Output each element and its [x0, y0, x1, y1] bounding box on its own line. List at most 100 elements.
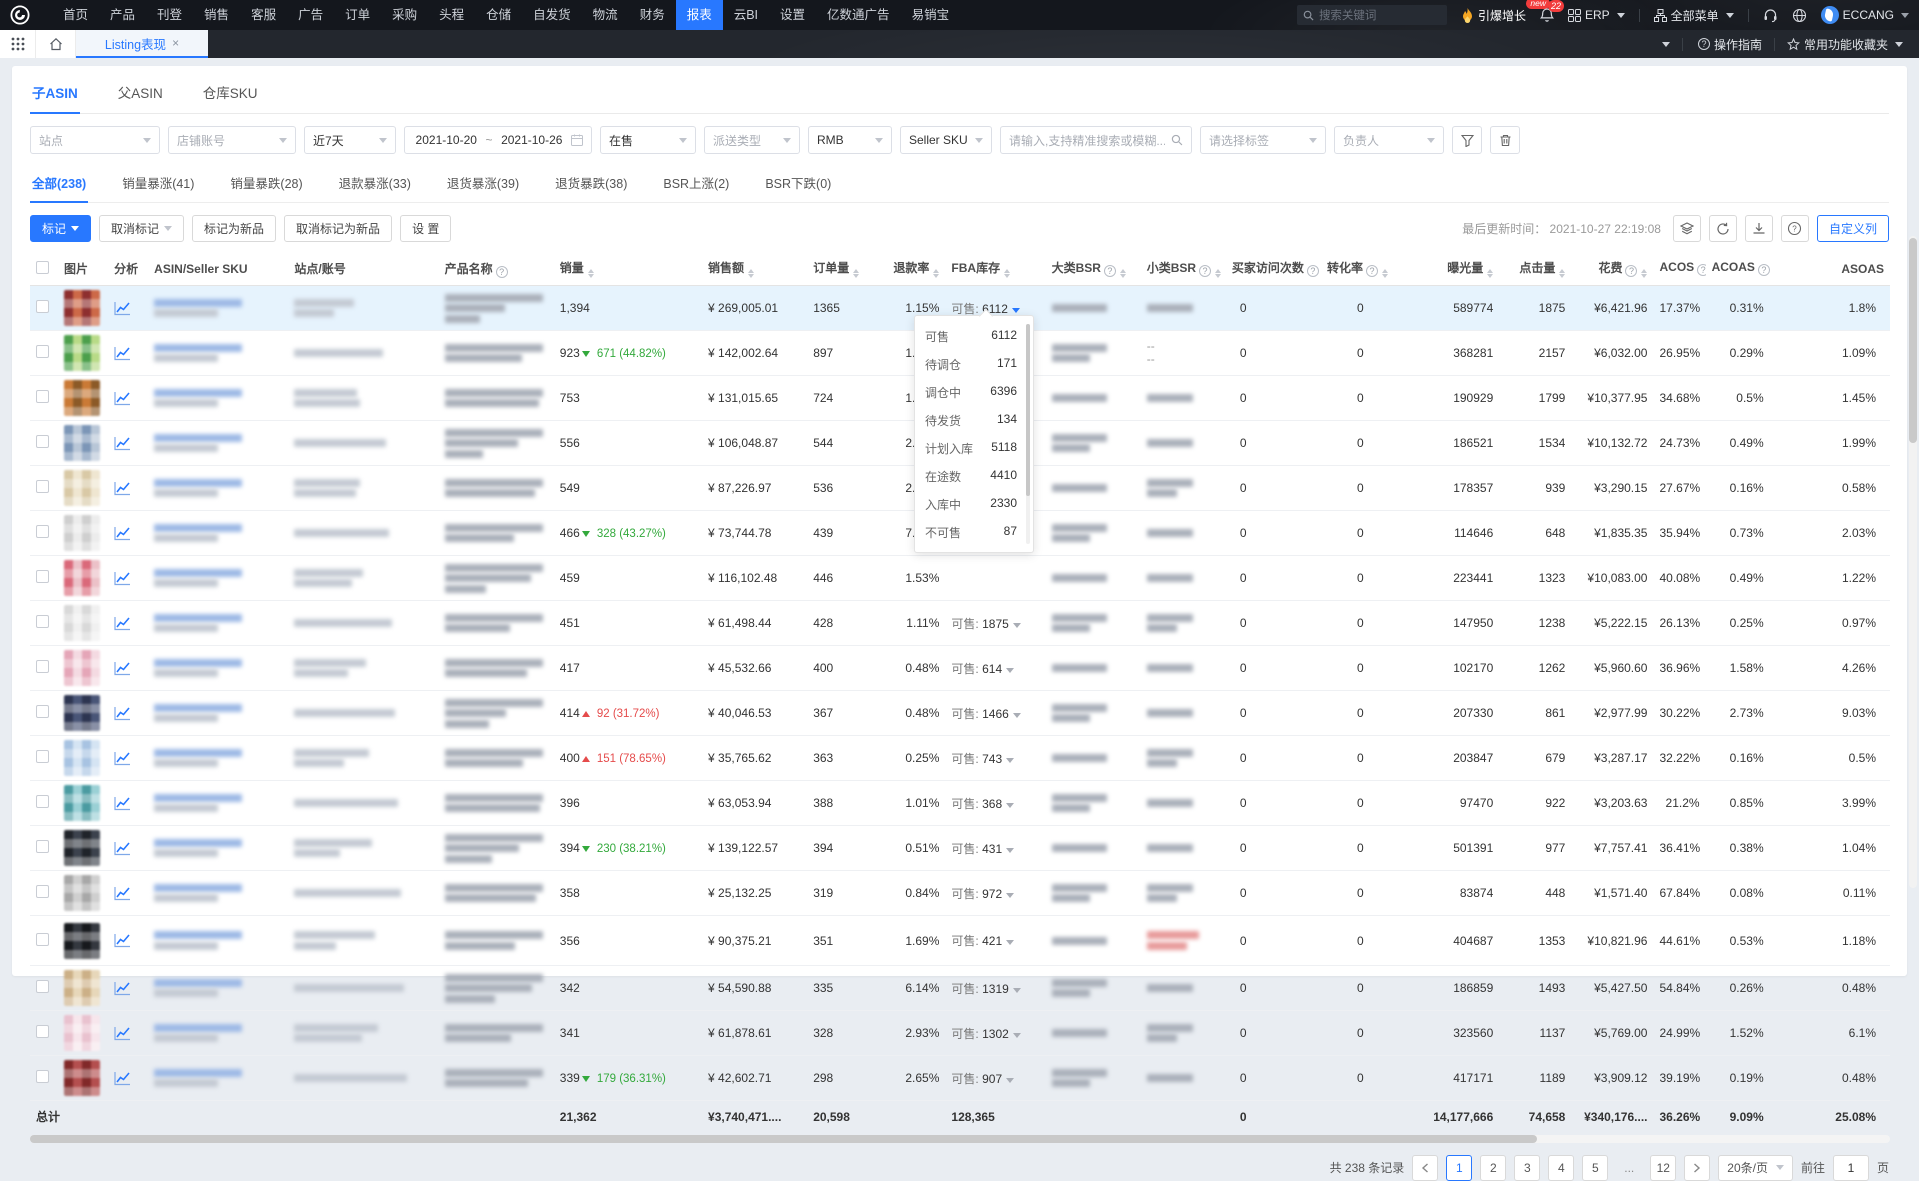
analysis-chart-icon[interactable]: [114, 571, 142, 586]
column-header-conv[interactable]: 转化率?: [1321, 252, 1411, 286]
sort-icon[interactable]: [1487, 269, 1493, 278]
row-checkbox[interactable]: [36, 795, 49, 808]
row-checkbox[interactable]: [36, 1025, 49, 1038]
analysis-chart-icon[interactable]: [114, 616, 142, 631]
nav-item-亿数通广告[interactable]: 亿数通广告: [816, 0, 901, 30]
keyword-search[interactable]: 请输入,支持精准搜索或模糊...: [1000, 126, 1192, 154]
owner-select[interactable]: 负责人: [1334, 126, 1444, 154]
fba-dropdown-icon[interactable]: [1006, 758, 1014, 763]
tabs-chevron-down-icon[interactable]: [1662, 42, 1670, 47]
page-button-5[interactable]: 5: [1582, 1155, 1608, 1181]
column-header-spend[interactable]: 花费?: [1571, 252, 1653, 286]
column-header-acoas[interactable]: ACOAS?: [1706, 252, 1770, 286]
subtab-父ASIN[interactable]: 父ASIN: [116, 74, 165, 113]
nav-item-客服[interactable]: 客服: [240, 0, 287, 30]
sort-icon[interactable]: [1641, 269, 1647, 278]
analysis-chart-icon[interactable]: [114, 661, 142, 676]
row-checkbox[interactable]: [36, 705, 49, 718]
column-header-bsr1[interactable]: 大类BSR?: [1046, 252, 1141, 286]
refresh-button[interactable]: [1709, 215, 1737, 242]
product-image[interactable]: [64, 695, 100, 731]
nav-item-云BI[interactable]: 云BI: [723, 0, 769, 30]
product-image[interactable]: [64, 875, 100, 911]
next-page-button[interactable]: [1684, 1155, 1710, 1181]
subtab-仓库SKU[interactable]: 仓库SKU: [201, 74, 260, 113]
fba-dropdown-icon[interactable]: [1013, 988, 1021, 993]
filter-funnel-button[interactable]: [1452, 126, 1482, 154]
alert-tab-BSR下跌(0)[interactable]: BSR下跌(0): [763, 166, 833, 202]
analysis-chart-icon[interactable]: [114, 391, 142, 406]
nav-item-自发货[interactable]: 自发货: [522, 0, 582, 30]
product-image[interactable]: [64, 560, 100, 596]
row-checkbox[interactable]: [36, 980, 49, 993]
analysis-chart-icon[interactable]: [114, 796, 142, 811]
product-image[interactable]: [64, 1015, 100, 1051]
nav-item-订单[interactable]: 订单: [334, 0, 381, 30]
sort-icon[interactable]: [1215, 269, 1221, 278]
clear-filters-button[interactable]: [1490, 126, 1520, 154]
product-image[interactable]: [64, 470, 100, 506]
analysis-chart-icon[interactable]: [114, 933, 142, 948]
product-image[interactable]: [64, 740, 100, 776]
horizontal-scrollbar-thumb[interactable]: [30, 1135, 1537, 1143]
product-image[interactable]: [64, 785, 100, 821]
analysis-chart-icon[interactable]: [114, 1026, 142, 1041]
product-image[interactable]: [64, 830, 100, 866]
row-checkbox[interactable]: [36, 525, 49, 538]
column-header-clicks[interactable]: 点击量: [1499, 252, 1571, 286]
column-header-acos[interactable]: ACOS?: [1653, 252, 1705, 286]
fba-dropdown-icon[interactable]: [1006, 668, 1014, 673]
column-header-asoas[interactable]: ASOAS: [1770, 252, 1890, 286]
alert-tab-BSR上涨(2)[interactable]: BSR上涨(2): [661, 166, 731, 202]
globe-icon[interactable]: [1792, 8, 1807, 23]
product-image[interactable]: [64, 290, 100, 326]
fba-dropdown-icon[interactable]: [1006, 848, 1014, 853]
product-image[interactable]: [64, 605, 100, 641]
select-all-checkbox[interactable]: [36, 261, 49, 274]
alert-tab-退款暴涨(33)[interactable]: 退款暴涨(33): [337, 166, 413, 202]
sort-icon[interactable]: [1004, 269, 1010, 278]
product-image[interactable]: [64, 515, 100, 551]
alert-tab-退货暴涨(39)[interactable]: 退货暴涨(39): [445, 166, 521, 202]
vertical-scrollbar[interactable]: [1909, 236, 1917, 888]
sort-icon[interactable]: [1120, 269, 1126, 278]
app-grid-button[interactable]: [0, 30, 36, 58]
row-checkbox[interactable]: [36, 660, 49, 673]
nav-item-产品[interactable]: 产品: [99, 0, 146, 30]
fba-dropdown-icon[interactable]: [1012, 308, 1020, 313]
home-tab[interactable]: [36, 30, 76, 58]
nav-item-设置[interactable]: 设置: [769, 0, 816, 30]
unmark-as-new-button[interactable]: 取消标记为新品: [284, 215, 392, 242]
sort-icon[interactable]: [1559, 269, 1565, 278]
nav-item-销售[interactable]: 销售: [193, 0, 240, 30]
column-header-asin[interactable]: ASIN/Seller SKU: [148, 252, 288, 286]
row-checkbox[interactable]: [36, 615, 49, 628]
column-header-refund[interactable]: 退款率: [875, 252, 945, 286]
page-button-3[interactable]: 3: [1514, 1155, 1540, 1181]
row-checkbox[interactable]: [36, 570, 49, 583]
fba-dropdown-icon[interactable]: [1006, 803, 1014, 808]
alert-tab-销量暴跌(28)[interactable]: 销量暴跌(28): [228, 166, 304, 202]
row-checkbox[interactable]: [36, 750, 49, 763]
mark-button[interactable]: 标记: [30, 215, 91, 242]
column-header-cb[interactable]: [30, 252, 58, 286]
delivery-type-select[interactable]: 派送类型: [704, 126, 800, 154]
sort-icon[interactable]: [933, 269, 939, 278]
nav-item-易销宝[interactable]: 易销宝: [901, 0, 961, 30]
column-header-visits[interactable]: 买家访问次数?: [1226, 252, 1321, 286]
row-checkbox[interactable]: [36, 390, 49, 403]
nav-item-刊登[interactable]: 刊登: [146, 0, 193, 30]
nav-item-采购[interactable]: 采购: [381, 0, 428, 30]
mark-as-new-button[interactable]: 标记为新品: [192, 215, 276, 242]
analysis-chart-icon[interactable]: [114, 886, 142, 901]
analysis-chart-icon[interactable]: [114, 841, 142, 856]
row-checkbox[interactable]: [36, 480, 49, 493]
eccang-logo-icon[interactable]: [10, 5, 30, 25]
product-image[interactable]: [64, 380, 100, 416]
date-preset-select[interactable]: 近7天: [304, 126, 396, 154]
sort-icon[interactable]: [588, 269, 594, 278]
product-image[interactable]: [64, 970, 100, 1006]
notifications-button[interactable]: 22: [1540, 8, 1554, 23]
fba-dropdown-icon[interactable]: [1006, 893, 1014, 898]
nav-item-财务[interactable]: 财务: [629, 0, 676, 30]
